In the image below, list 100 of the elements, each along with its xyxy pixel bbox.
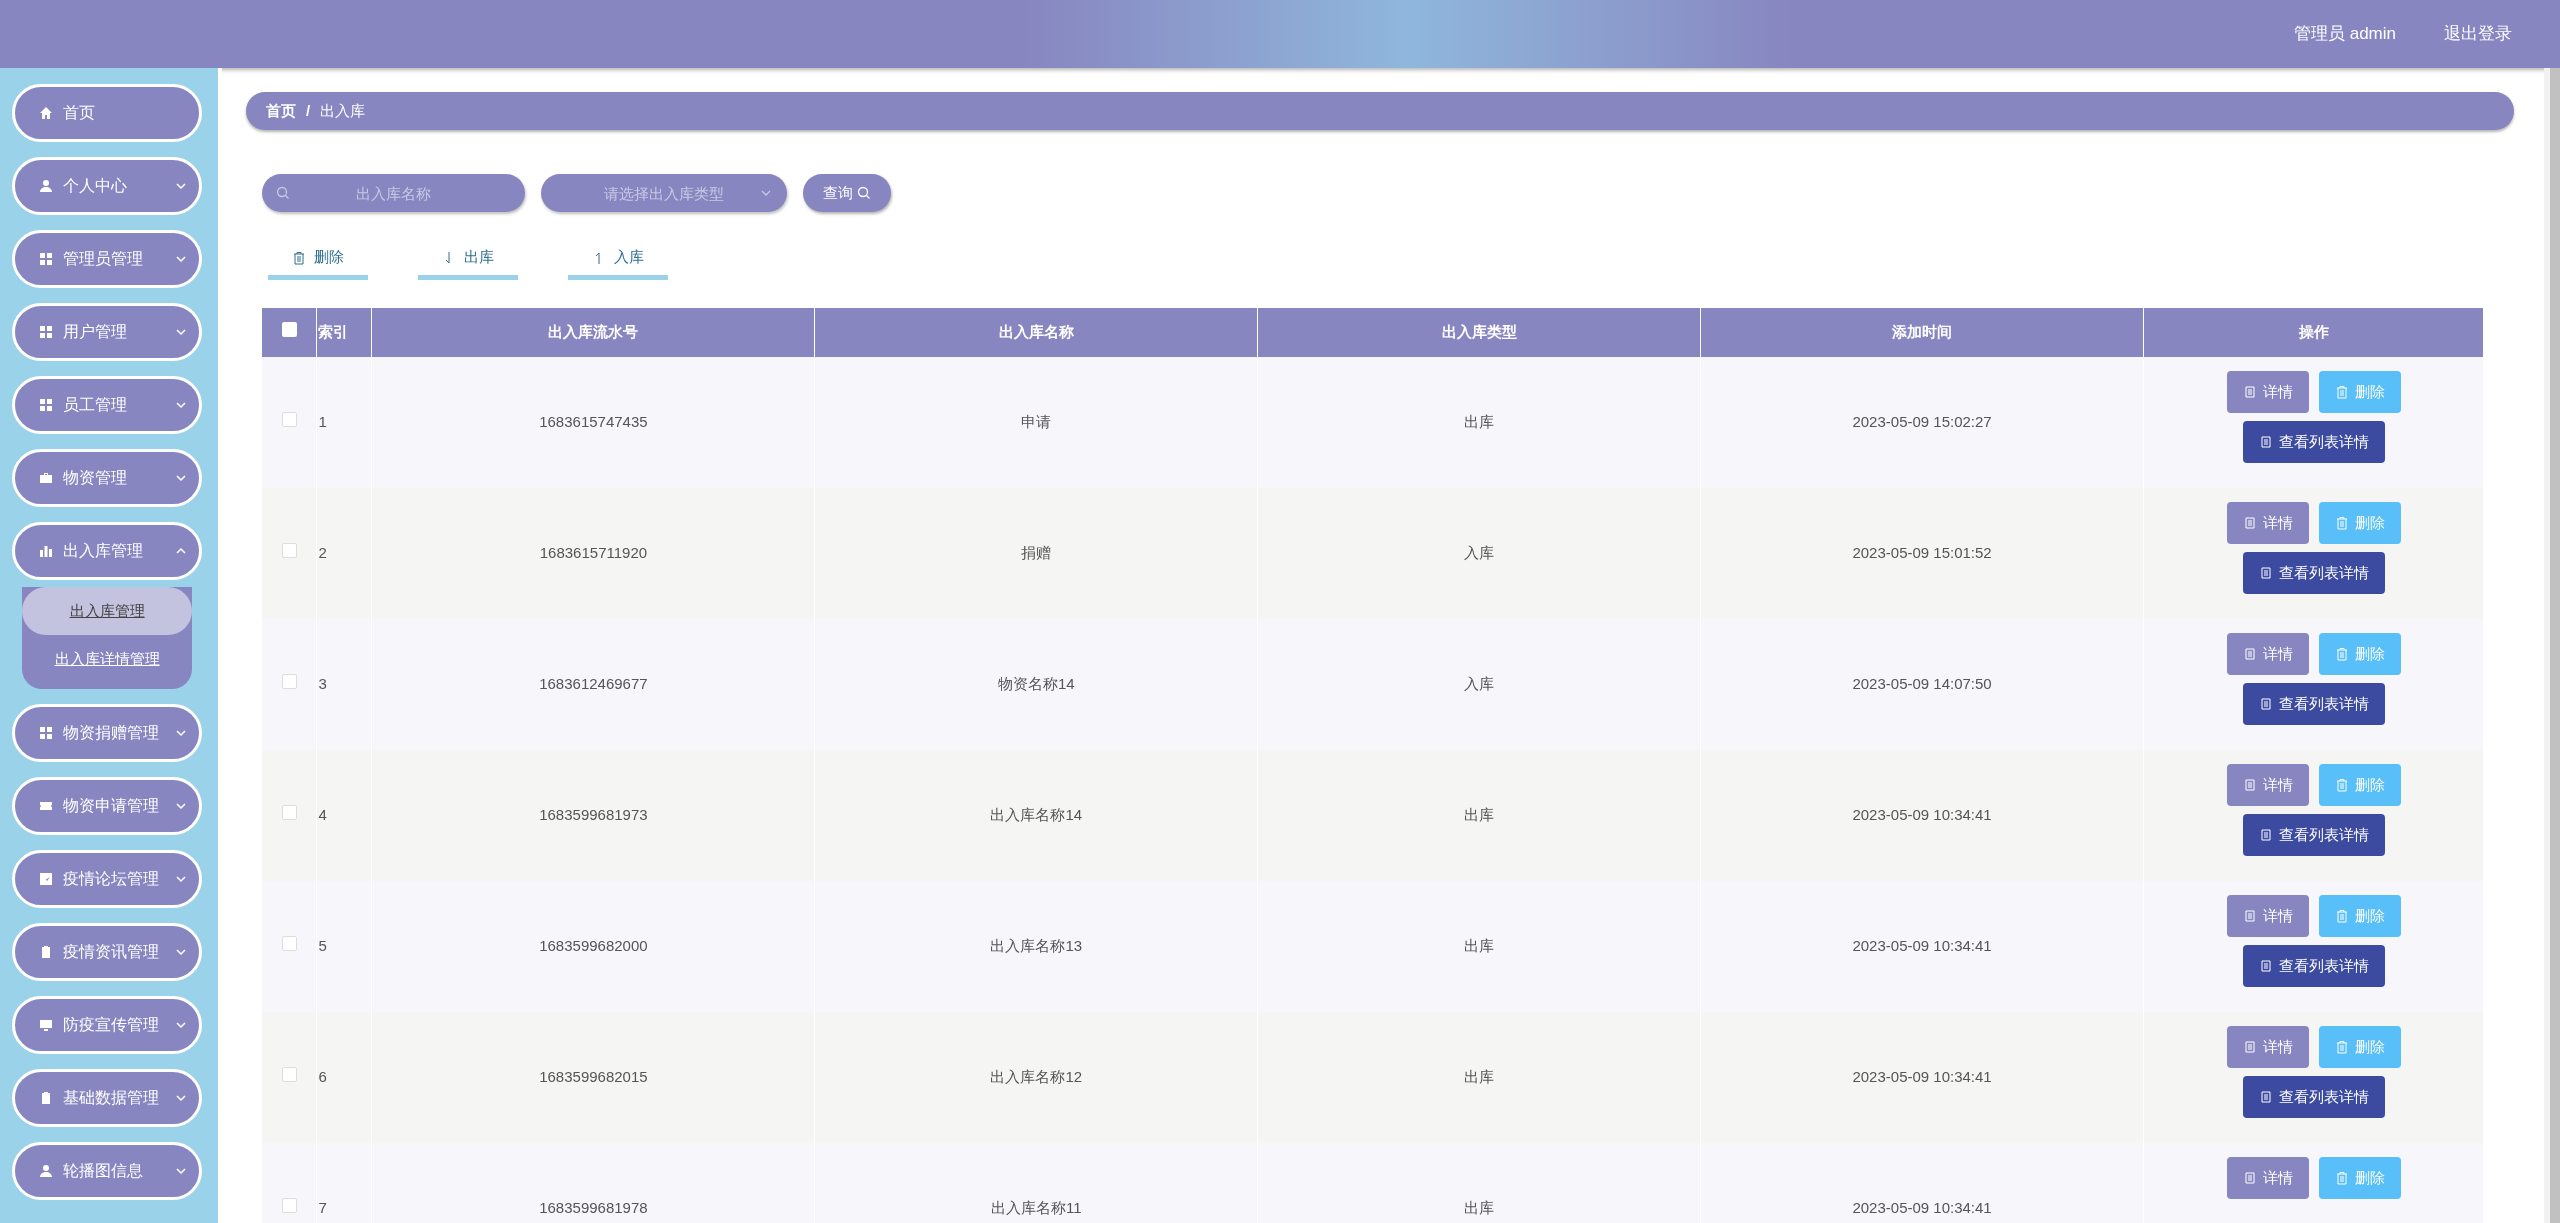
row-checkbox[interactable] bbox=[281, 412, 297, 428]
row-checkbox[interactable] bbox=[281, 674, 297, 690]
briefcase-icon bbox=[39, 471, 53, 485]
row-checkbox[interactable] bbox=[281, 936, 297, 952]
home-icon bbox=[39, 106, 53, 120]
table-cell: 物资名称14 bbox=[814, 619, 1258, 750]
breadcrumb-item[interactable]: 首页 bbox=[266, 99, 296, 123]
sidebar-item[interactable]: 基础数据管理 bbox=[12, 1069, 202, 1127]
column-header: 操作 bbox=[2143, 308, 2484, 357]
search-field[interactable]: 出入库名称 bbox=[262, 174, 525, 212]
trash-icon bbox=[292, 250, 306, 265]
detail-button[interactable]: 详情 bbox=[2226, 1026, 2309, 1068]
sidebar-item[interactable]: 疫情资讯管理 bbox=[12, 923, 202, 981]
sidebar-item[interactable]: 物资申请管理 bbox=[12, 777, 202, 835]
list-detail-button[interactable]: 查看列表详情 bbox=[2242, 421, 2385, 463]
table-cell: 2 bbox=[317, 488, 372, 619]
sidebar-item[interactable]: 管理员管理 bbox=[12, 230, 202, 288]
trash-icon bbox=[2334, 385, 2349, 399]
list-detail-button[interactable]: 查看列表详情 bbox=[2242, 552, 2385, 594]
type-select[interactable]: 请选择出入库类型 bbox=[541, 174, 787, 212]
detail-button[interactable]: 详情 bbox=[2226, 502, 2309, 544]
submenu-item[interactable]: 出入库管理 bbox=[22, 587, 192, 635]
delete-button[interactable]: 删除 bbox=[2318, 502, 2401, 544]
table-cell: 5 bbox=[317, 881, 372, 1012]
table-cell: 申请 bbox=[814, 357, 1258, 488]
sidebar-item[interactable]: 用户管理 bbox=[12, 303, 202, 361]
detail-button[interactable]: 详情 bbox=[2226, 895, 2309, 937]
table-cell: 1683615711920 bbox=[371, 488, 815, 619]
table-cell: 2023-05-09 10:34:41 bbox=[1700, 1143, 2144, 1223]
table-cell: 入库 bbox=[1257, 488, 1701, 619]
delete-button[interactable]: 删除 bbox=[2318, 895, 2401, 937]
table-cell: 出库 bbox=[1257, 750, 1701, 881]
document-icon bbox=[2242, 647, 2257, 661]
trash-icon bbox=[2334, 516, 2349, 530]
logout-link[interactable]: 退出登录 bbox=[2444, 21, 2512, 47]
document-icon bbox=[2258, 697, 2273, 711]
document-icon bbox=[2242, 1171, 2257, 1185]
sidebar-item[interactable]: 出入库管理 bbox=[12, 522, 202, 580]
document-icon bbox=[2242, 516, 2257, 530]
document-icon bbox=[2242, 778, 2257, 792]
submenu-item[interactable]: 出入库详情管理 bbox=[22, 635, 192, 683]
sidebar-item[interactable]: 个人中心 bbox=[12, 157, 202, 215]
detail-button[interactable]: 详情 bbox=[2226, 1157, 2309, 1199]
document-icon bbox=[2258, 566, 2273, 580]
table-cell: 2023-05-09 10:34:41 bbox=[1700, 750, 2144, 881]
grid-icon bbox=[39, 726, 53, 740]
ticket-icon bbox=[39, 799, 53, 813]
sidebar-item[interactable]: 员工管理 bbox=[12, 376, 202, 434]
table-cell: 捐赠 bbox=[814, 488, 1258, 619]
detail-button[interactable]: 详情 bbox=[2226, 764, 2309, 806]
delete-button[interactable]: 删除 bbox=[2318, 371, 2401, 413]
chart-icon bbox=[39, 872, 53, 886]
breadcrumb-item: 出入库 bbox=[320, 100, 366, 121]
list-detail-button[interactable]: 查看列表详情 bbox=[2242, 945, 2385, 987]
sidebar-item[interactable]: 物资管理 bbox=[12, 449, 202, 507]
detail-button[interactable]: 详情 bbox=[2226, 633, 2309, 675]
scrollbar[interactable] bbox=[2544, 68, 2560, 1223]
table-cell: 出库 bbox=[1257, 881, 1701, 1012]
sidebar-item[interactable]: 首页 bbox=[12, 84, 202, 142]
row-checkbox[interactable] bbox=[281, 1067, 297, 1083]
user-icon bbox=[39, 1164, 53, 1178]
breadcrumb-separator: / bbox=[306, 100, 311, 121]
table-cell: 1683615747435 bbox=[371, 357, 815, 488]
list-detail-button[interactable]: 查看列表详情 bbox=[2242, 814, 2385, 856]
table-cell: 2023-05-09 10:34:41 bbox=[1700, 1012, 2144, 1143]
table-cell: 出入库名称12 bbox=[814, 1012, 1258, 1143]
list-detail-button[interactable]: 查看列表详情 bbox=[2242, 683, 2385, 725]
trash-icon bbox=[2334, 1171, 2349, 1185]
table-cell: 出库 bbox=[1257, 1012, 1701, 1143]
sidebar-item[interactable]: 物资捐赠管理 bbox=[12, 704, 202, 762]
table-cell: 出入库名称14 bbox=[814, 750, 1258, 881]
table-cell: 入库 bbox=[1257, 619, 1701, 750]
sidebar-item[interactable]: 疫情论坛管理 bbox=[12, 850, 202, 908]
column-header: 出入库名称 bbox=[814, 308, 1258, 357]
sidebar-item[interactable]: 防疫宣传管理 bbox=[12, 996, 202, 1054]
select-all-checkbox[interactable] bbox=[281, 322, 297, 338]
sidebar-item[interactable]: 轮播图信息 bbox=[12, 1142, 202, 1200]
document-icon bbox=[2258, 959, 2273, 973]
table-cell: 2023-05-09 10:34:41 bbox=[1700, 881, 2144, 1012]
table-cell: 1 bbox=[317, 357, 372, 488]
delete-button[interactable]: 删除 bbox=[2318, 764, 2401, 806]
search-button[interactable]: 查询 bbox=[803, 174, 891, 212]
grid-icon bbox=[39, 325, 53, 339]
trash-icon bbox=[2334, 1040, 2349, 1054]
column-header: 添加时间 bbox=[1700, 308, 2144, 357]
search-icon bbox=[276, 186, 290, 200]
table-cell: 出入库名称11 bbox=[814, 1143, 1258, 1223]
row-checkbox[interactable] bbox=[281, 805, 297, 821]
row-checkbox[interactable] bbox=[281, 1198, 297, 1214]
list-detail-button[interactable]: 查看列表详情 bbox=[2242, 1076, 2385, 1118]
delete-button[interactable]: 删除 bbox=[2318, 633, 2401, 675]
detail-button[interactable]: 详情 bbox=[2226, 371, 2309, 413]
column-header: 索引 bbox=[317, 308, 372, 357]
row-checkbox[interactable] bbox=[281, 543, 297, 559]
table-cell: 出库 bbox=[1257, 357, 1701, 488]
delete-button[interactable]: 删除 bbox=[2318, 1026, 2401, 1068]
grid-icon bbox=[39, 398, 53, 412]
bar-chart-icon bbox=[39, 544, 53, 558]
delete-button[interactable]: 删除 bbox=[2318, 1157, 2401, 1199]
trash-icon bbox=[2334, 909, 2349, 923]
